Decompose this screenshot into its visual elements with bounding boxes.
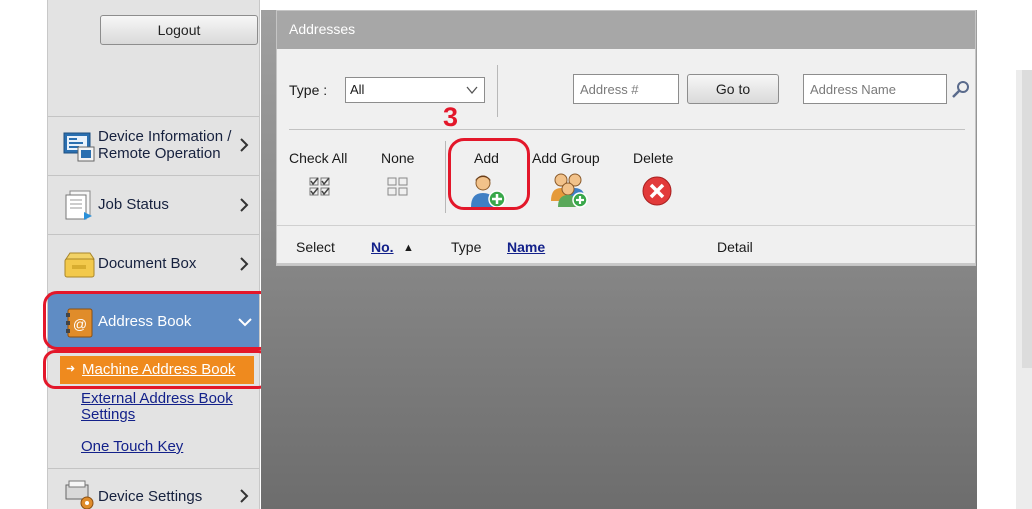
sidebar-item-label: Device Settings — [98, 488, 203, 505]
add-group-icon — [551, 173, 588, 208]
address-name-placeholder: Address Name — [810, 82, 896, 97]
sidebar-item-label: Document Box — [98, 255, 197, 272]
sidebar-subitem-one-touch-key[interactable]: One Touch Key — [81, 439, 183, 455]
type-label: Type : — [289, 82, 328, 98]
sidebar-item-device-settings[interactable]: Device Settings — [48, 468, 259, 509]
sort-ascending-icon: ▲ — [403, 242, 414, 254]
sidebar-subitem-external-address-book-settings[interactable]: Settings — [81, 407, 135, 423]
device-info-icon — [63, 132, 95, 162]
scrollbar-thumb[interactable] — [1022, 70, 1032, 368]
logout-button[interactable]: Logout — [100, 15, 258, 45]
divider — [277, 263, 975, 265]
check-all-label: Check All — [289, 150, 348, 166]
document-box-icon — [64, 252, 95, 278]
column-header-type: Type — [451, 239, 482, 255]
sidebar-subitem-external-address-book[interactable]: External Address Book — [81, 391, 233, 407]
delete-label: Delete — [633, 150, 674, 166]
sidebar-item-label: Remote Operation — [98, 145, 221, 162]
chevron-right-icon — [240, 138, 249, 152]
delete-icon — [642, 176, 672, 206]
chevron-right-icon — [240, 257, 249, 271]
callout-number-3: 3 — [443, 102, 459, 132]
separator — [497, 65, 498, 117]
add-group-label: Add Group — [532, 150, 600, 166]
sidebar-item-label: Job Status — [98, 196, 169, 213]
sidebar: Logout Device Information / Remote Opera… — [47, 0, 260, 509]
address-number-placeholder: Address # — [580, 82, 639, 97]
chevron-right-icon — [240, 198, 249, 212]
search-icon[interactable] — [951, 79, 971, 99]
column-header-detail: Detail — [717, 239, 753, 255]
sidebar-item-label: Device Information / — [98, 128, 232, 145]
sidebar-item-job-status[interactable]: Job Status — [48, 175, 259, 233]
type-select[interactable]: All — [345, 77, 485, 103]
none-label: None — [381, 150, 415, 166]
go-to-button[interactable]: Go to — [687, 74, 779, 104]
panel-title: Addresses — [277, 11, 975, 49]
check-all-icon — [309, 177, 330, 196]
divider — [289, 129, 965, 130]
callout-highlight-machine-address-book — [43, 350, 270, 389]
uncheck-all-icon — [387, 177, 408, 196]
chevron-right-icon — [240, 489, 249, 503]
device-settings-icon — [65, 480, 94, 509]
column-header-no[interactable]: No. — [371, 239, 394, 255]
address-number-input[interactable]: Address # — [573, 74, 679, 104]
sidebar-item-device-information[interactable]: Device Information / Remote Operation — [48, 116, 259, 174]
column-header-select: Select — [296, 239, 335, 255]
callout-highlight-address-book — [43, 291, 274, 350]
job-status-icon — [65, 190, 92, 220]
address-name-input[interactable]: Address Name — [803, 74, 947, 104]
toolbar-separator — [445, 141, 446, 213]
callout-highlight-add — [448, 138, 530, 210]
divider — [277, 225, 975, 226]
type-select-value: All — [350, 82, 365, 97]
chevron-down-icon — [466, 86, 478, 95]
column-header-name[interactable]: Name — [507, 239, 545, 255]
addresses-panel: Addresses Type : All Address # Go to Add… — [276, 10, 976, 266]
sidebar-item-document-box[interactable]: Document Box — [48, 234, 259, 292]
